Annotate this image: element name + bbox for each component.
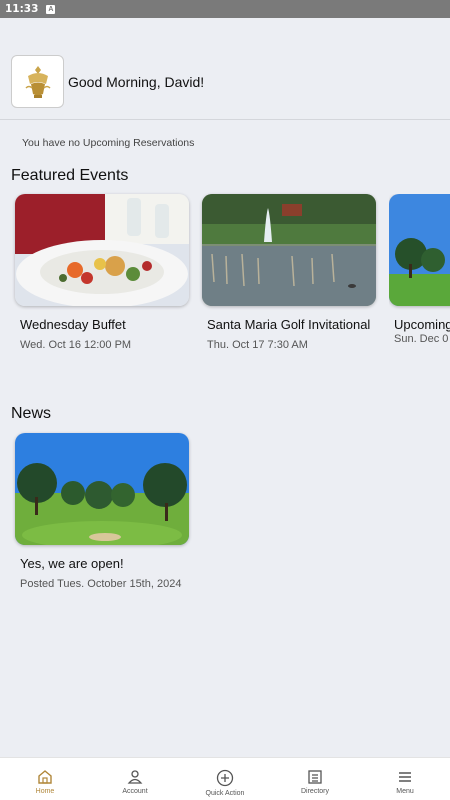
person-icon (127, 770, 143, 784)
greeting-header: Good Morning, David! (11, 55, 204, 108)
notification-a-icon: A (46, 4, 56, 14)
hamburger-icon (399, 772, 411, 782)
golf-course-photo (389, 194, 450, 306)
home-icon (38, 770, 52, 784)
event-title: Wednesday Buffet (20, 317, 126, 332)
event-title: Santa Maria Golf Invitational (207, 317, 371, 332)
nav-quick-action[interactable]: Quick Action (180, 758, 270, 800)
featured-events-title: Featured Events (11, 167, 129, 184)
nav-label: Home (35, 788, 55, 795)
news-title: News (11, 405, 52, 422)
nav-account[interactable]: Account (90, 758, 180, 800)
reservations-message: You have no Upcoming Reservations (22, 137, 195, 149)
buffet-plate-photo (15, 194, 189, 306)
event-card-upcoming[interactable]: Upcoming Title Goes Sun. Dec 0 (389, 194, 450, 346)
greeting-text: Good Morning, David! (68, 73, 205, 90)
status-time: 11:33 (5, 3, 39, 15)
event-date: Thu. Oct 17 7:30 AM (207, 339, 308, 351)
nav-label: Account (122, 788, 148, 795)
event-card-golf-invitational[interactable]: Santa Maria Golf Invitational Thu. Oct 1… (202, 194, 376, 352)
fountain-pond-photo (202, 194, 376, 306)
divider (0, 119, 450, 120)
news-date: Posted Tues. October 15th, 2024 (20, 578, 182, 590)
club-logo-icon[interactable] (11, 55, 64, 108)
bottom-nav: Home Account Quick Action Directory Menu (0, 757, 450, 800)
news-card[interactable]: Yes, we are open! Posted Tues. October 1… (15, 433, 189, 591)
golf-course-photo (15, 433, 189, 545)
list-icon (308, 770, 322, 784)
nav-home[interactable]: Home (0, 758, 90, 800)
event-card-buffet[interactable]: Wednesday Buffet Wed. Oct 16 12:00 PM (15, 194, 189, 352)
nav-menu[interactable]: Menu (360, 758, 450, 800)
event-date: Sun. Dec 0 (394, 333, 449, 345)
nav-label: Quick Action (205, 790, 245, 797)
nav-directory[interactable]: Directory (270, 758, 360, 800)
nav-label: Directory (300, 788, 329, 795)
plus-circle-icon (216, 769, 234, 787)
news-headline: Yes, we are open! (20, 556, 124, 571)
status-bar: 11:33 A (0, 0, 450, 18)
event-title: Upcoming Title Goes (394, 317, 450, 332)
event-date: Wed. Oct 16 12:00 PM (20, 339, 132, 351)
nav-label: Menu (396, 788, 414, 795)
